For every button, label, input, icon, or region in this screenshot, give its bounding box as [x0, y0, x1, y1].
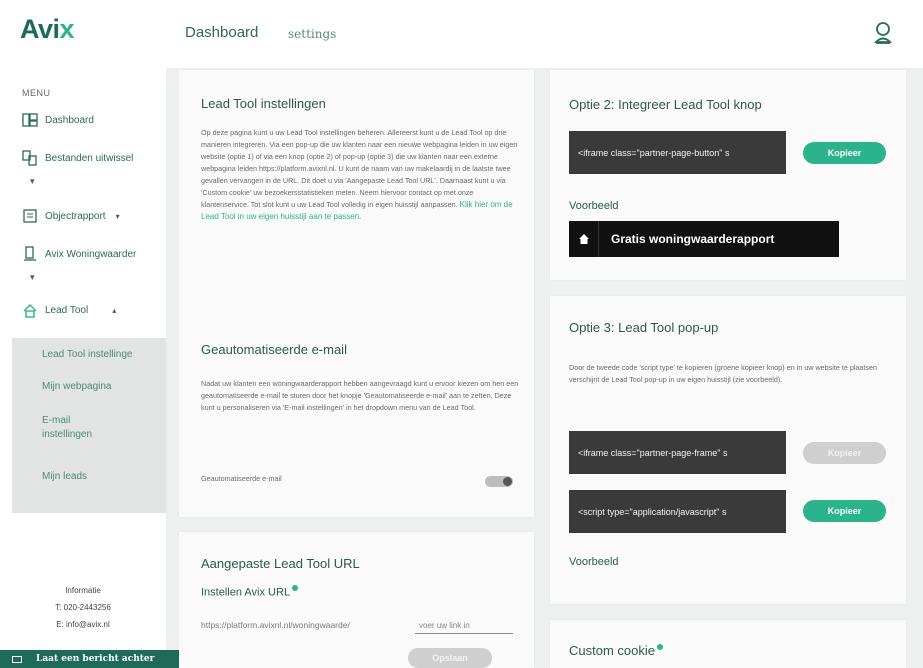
sidebar-item-lead-tool[interactable]: Lead Tool ▴ — [22, 302, 116, 318]
url-prefix: https://platform.avixnl.nl/woningwaarde/ — [201, 620, 350, 630]
nav-settings[interactable]: settings — [288, 27, 336, 41]
option2-card: Optie 2: Integreer Lead Tool knop <ifram… — [550, 70, 906, 280]
sidebar-item-label: Objectrapport — [45, 210, 106, 222]
envelope-icon — [12, 655, 22, 663]
custom-cookie-title: Custom cookie — [569, 643, 663, 658]
chevron-down-icon[interactable]: ▾ — [116, 212, 120, 221]
expand-caret[interactable]: ▾ — [30, 176, 35, 187]
leave-message-label: Laat een bericht achter — [36, 654, 155, 664]
dashboard-icon — [22, 113, 38, 127]
sidebar: MENU Dashboard Bestanden uitwissel ▾ Obj… — [0, 68, 166, 668]
custom-cookie-card: Custom cookie — [550, 620, 906, 668]
info-phone: T: 020-2443256 — [55, 603, 111, 612]
files-icon — [22, 150, 37, 166]
chevron-up-icon[interactable]: ▴ — [112, 306, 116, 315]
info-icon[interactable] — [292, 585, 299, 591]
auto-email-toggle-label: Geautomatiseerde e-mail — [201, 474, 282, 483]
option3-preview-label: Voorbeeld — [569, 556, 619, 568]
user-icon[interactable] — [873, 20, 893, 46]
submenu-item-my-webpage[interactable]: Mijn webpagina — [42, 380, 112, 394]
info-title: Informatie — [65, 586, 101, 595]
option3-script-code-box[interactable]: <script type="application/javascript" s — [569, 490, 786, 533]
option3-card: Optie 3: Lead Tool pop-up Door de tweede… — [550, 296, 906, 604]
option2-code-box[interactable]: <iframe class="partner-page-button" s — [569, 131, 786, 174]
sidebar-item-objectrapport[interactable]: Objectrapport ▾ — [22, 208, 120, 224]
custom-url-title: Aangepaste Lead Tool URL — [201, 556, 360, 571]
sidebar-item-files[interactable]: Bestanden uitwissel — [22, 150, 133, 166]
nav-dashboard[interactable]: Dashboard — [185, 24, 258, 41]
report-icon — [23, 209, 37, 223]
option2-title: Optie 2: Integreer Lead Tool knop — [569, 97, 762, 112]
option3-title: Optie 3: Lead Tool pop-up — [569, 320, 719, 335]
house-value-icon — [24, 246, 36, 261]
submenu-item-email-settings[interactable]: E-mail instellingen — [42, 414, 102, 442]
lead-tool-icon — [23, 304, 37, 318]
option3-iframe-code-box[interactable]: <iframe class="partner-page-frame" s — [569, 431, 786, 474]
copy-script-button[interactable]: Kopieer — [803, 500, 886, 522]
top-header: Avix Dashboard settings — [0, 0, 923, 68]
lead-settings-text: Op deze pagina kunt u uw Lead Tool inste… — [201, 128, 518, 221]
sidebar-item-label: Lead Tool — [45, 304, 89, 316]
home-icon — [569, 221, 599, 257]
option3-text: Door de tweede code 'script type' te kop… — [569, 363, 877, 384]
sidebar-item-label: Avix Woningwaarder — [45, 248, 137, 260]
sidebar-item-dashboard[interactable]: Dashboard — [22, 112, 94, 128]
auto-email-text: Nadat uw klanten een woningwaarderapport… — [201, 379, 519, 412]
expand-caret[interactable]: ▾ — [30, 272, 35, 283]
copy-option2-button[interactable]: Kopieer — [803, 142, 886, 164]
lead-settings-title: Lead Tool instellingen — [201, 96, 326, 111]
custom-url-subtitle: Instellen Avix URL — [201, 585, 299, 599]
info-icon[interactable] — [656, 643, 663, 650]
lead-settings-card: Lead Tool instellingen Op deze pagina ku… — [179, 70, 534, 517]
demo-button-label: Gratis woningwaarderapport — [611, 232, 775, 246]
sidebar-item-label: Dashboard — [45, 114, 94, 126]
info-email: E: info@avix.nl — [56, 620, 110, 629]
submenu-item-lead-tool-settings[interactable]: Lead Tool instellinge — [42, 348, 132, 362]
copy-iframe-button[interactable]: Kopieer — [803, 442, 886, 464]
save-url-button[interactable]: Opslaan — [408, 648, 492, 668]
auto-email-toggle[interactable] — [485, 476, 513, 487]
leave-message-button[interactable]: Laat een bericht achter — [0, 650, 192, 668]
sidebar-item-label: Bestanden uitwissel — [45, 152, 134, 164]
sidebar-item-woningwaarde[interactable]: Avix Woningwaarder — [22, 246, 136, 262]
avix-logo[interactable]: Avix — [20, 14, 75, 45]
custom-url-input[interactable] — [415, 618, 513, 634]
custom-url-card: Aangepaste Lead Tool URL Instellen Avix … — [179, 532, 534, 668]
submenu-item-my-leads[interactable]: Mijn leads — [42, 470, 87, 484]
menu-title: MENU — [22, 88, 51, 98]
option2-preview-label: Voorbeeld — [569, 200, 619, 212]
gratis-woningwaarderapport-button[interactable]: Gratis woningwaarderapport — [569, 221, 839, 257]
auto-email-title: Geautomatiseerde e-mail — [201, 342, 347, 357]
